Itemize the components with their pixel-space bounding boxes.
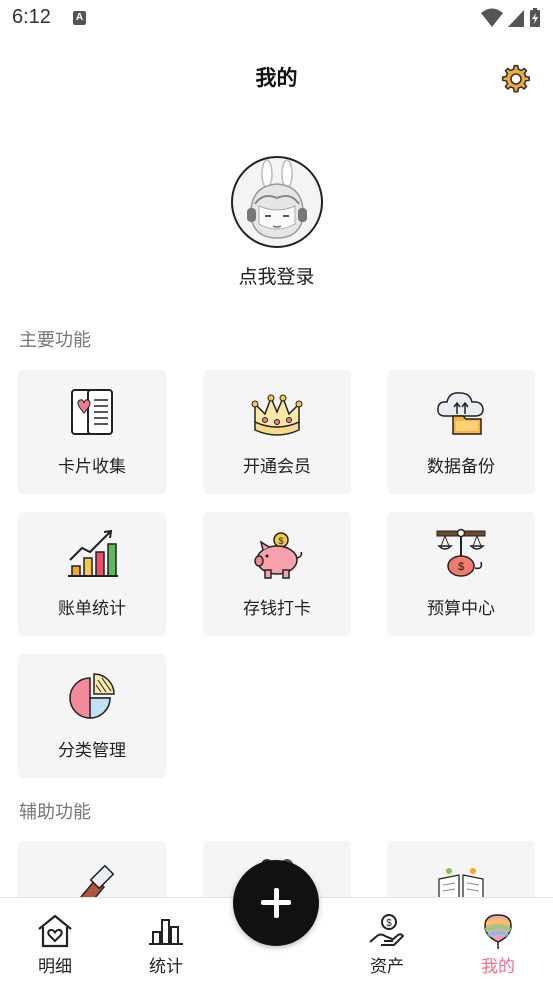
- notification-a-icon: A: [73, 11, 86, 25]
- card-label: 开通会员: [243, 457, 311, 477]
- bar-chart-icon: [68, 529, 118, 577]
- signal-icon: [508, 10, 524, 27]
- card-label: 存钱打卡: [243, 599, 311, 619]
- card-label: 卡片收集: [58, 457, 126, 477]
- nav-mine[interactable]: 我的: [458, 898, 538, 984]
- nav-details[interactable]: 明细: [15, 898, 95, 984]
- stats-bars-icon: [149, 919, 183, 945]
- header: 我的: [0, 50, 553, 106]
- nav-assets[interactable]: $ 资产: [347, 898, 427, 984]
- avatar-girl-icon: [246, 159, 307, 239]
- card-label: 数据备份: [427, 457, 495, 477]
- savings-checkin-button[interactable]: $ 存钱打卡: [203, 512, 351, 636]
- card-label: 预算中心: [427, 599, 495, 619]
- membership-button[interactable]: 开通会员: [203, 370, 351, 494]
- nav-label: 资产: [370, 957, 404, 977]
- status-bar: 6:12 A: [0, 0, 553, 38]
- balloon-icon: [484, 914, 512, 949]
- card-collection-button[interactable]: 卡片收集: [18, 370, 166, 494]
- crown-icon: [251, 394, 303, 436]
- nav-label: 我的: [481, 957, 515, 977]
- card-label: 账单统计: [58, 599, 126, 619]
- budget-center-button[interactable]: $ 预算中心: [387, 512, 535, 636]
- profile-section: 点我登录: [0, 156, 553, 289]
- nav-label: 统计: [149, 957, 183, 977]
- wifi-icon: [481, 8, 503, 27]
- card-collection-icon: [71, 389, 113, 435]
- main-functions-title: 主要功能: [19, 330, 91, 351]
- avatar[interactable]: [230, 156, 323, 248]
- svg-text:$: $: [278, 536, 283, 546]
- status-icons: [481, 8, 541, 28]
- nav-label: 明细: [38, 957, 72, 977]
- hand-coin-icon: $: [369, 914, 405, 946]
- settings-button[interactable]: [501, 64, 531, 94]
- login-link[interactable]: 点我登录: [0, 262, 553, 289]
- data-backup-button[interactable]: 数据备份: [387, 370, 535, 494]
- bill-statistics-button[interactable]: 账单统计: [18, 512, 166, 636]
- budget-scale-icon: $: [436, 528, 486, 577]
- cloud-folder-icon: [437, 392, 484, 435]
- aux-functions-title: 辅助功能: [19, 802, 91, 823]
- page-title: 我的: [255, 66, 298, 90]
- pie-chart-icon: [69, 673, 115, 719]
- nav-statistics[interactable]: 统计: [126, 898, 206, 984]
- add-record-button[interactable]: [233, 860, 319, 946]
- status-time: 6:12: [12, 6, 51, 28]
- category-management-button[interactable]: 分类管理: [18, 654, 166, 778]
- svg-text:$: $: [386, 918, 392, 929]
- svg-text:$: $: [458, 561, 464, 573]
- battery-charging-icon: [530, 8, 540, 27]
- card-label: 分类管理: [58, 741, 126, 761]
- gear-icon: [501, 64, 531, 93]
- house-heart-icon: [38, 914, 72, 948]
- piggy-bank-icon: $: [254, 532, 303, 579]
